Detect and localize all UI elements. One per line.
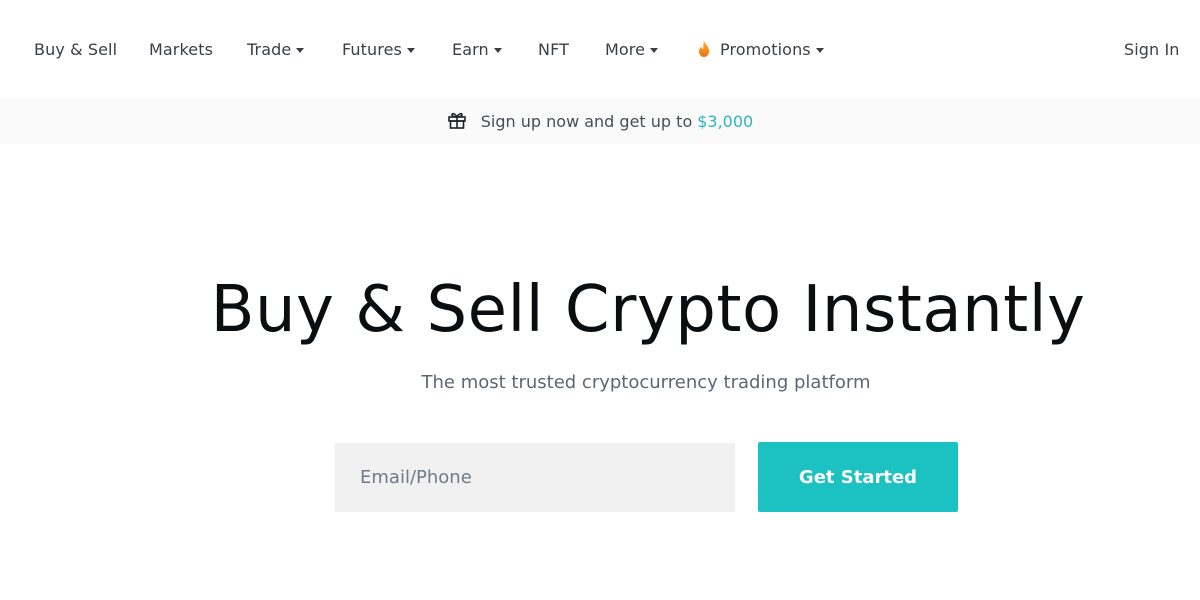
nav-item-label: Trade — [247, 39, 292, 59]
nav-item-label: Futures — [342, 39, 402, 59]
banner-text: Sign up now and get up to — [480, 111, 693, 131]
hero-subtitle: The most trusted cryptocurrency trading … — [421, 372, 871, 393]
caret-down-icon — [407, 47, 415, 53]
banner-amount: $3,000 — [697, 111, 754, 131]
nav-item-futures[interactable]: Futures — [342, 38, 415, 60]
caret-down-icon — [296, 47, 305, 53]
top-navigation: Buy & Sell Markets Trade Futures Earn NF… — [0, 0, 1200, 98]
sign-in-link[interactable]: Sign In — [1124, 38, 1180, 60]
signup-promo-banner[interactable]: Sign up now and get up to $3,000 — [0, 98, 1200, 144]
caret-down-icon — [815, 47, 824, 53]
nav-item-label: Earn — [452, 39, 489, 59]
gift-icon — [447, 112, 466, 129]
nav-item-label: NFT — [538, 39, 569, 59]
nav-item-markets[interactable]: Markets — [149, 38, 213, 60]
get-started-button[interactable]: Get Started — [758, 442, 958, 512]
nav-item-buy-sell[interactable]: Buy & Sell — [34, 38, 117, 60]
nav-item-promotions[interactable]: Promotions — [697, 38, 824, 60]
sign-in-label: Sign In — [1124, 39, 1180, 59]
nav-item-label: Markets — [149, 39, 214, 59]
caret-down-icon — [493, 47, 502, 53]
nav-item-label: Buy & Sell — [34, 39, 118, 59]
nav-item-label: More — [605, 39, 646, 59]
hero-title: Buy & Sell Crypto Instantly — [210, 273, 1086, 347]
flame-icon — [699, 41, 709, 57]
nav-item-trade[interactable]: Trade — [247, 38, 305, 60]
caret-down-icon — [650, 47, 659, 53]
nav-item-label: Promotions — [720, 39, 811, 59]
nav-item-earn[interactable]: Earn — [452, 38, 502, 60]
nav-item-nft[interactable]: NFT — [538, 38, 569, 60]
nav-item-more[interactable]: More — [605, 38, 659, 60]
email-phone-input[interactable] — [335, 443, 735, 512]
